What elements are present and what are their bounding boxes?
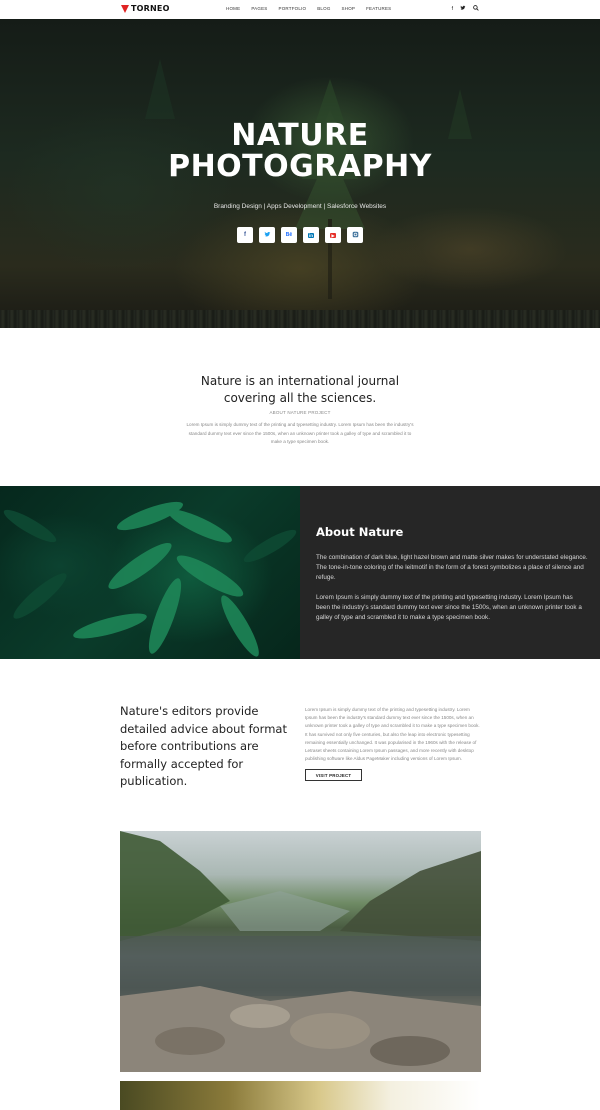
intro-text: Lorem Ipsum is simply dummy text of the … [186, 422, 414, 444]
hero-title: NATURE PHOTOGRAPHY [0, 120, 600, 182]
menu-item-portfolio[interactable]: PORTFOLIO [279, 6, 307, 11]
logo-text: TORNEO [131, 4, 170, 13]
twitter-icon[interactable] [460, 5, 466, 14]
facebook-button[interactable]: f [237, 227, 253, 243]
logo-mark-icon [121, 4, 129, 13]
hero-bottom-strip [0, 310, 600, 328]
menu-item-pages[interactable]: PAGES [251, 6, 267, 11]
about-title: About Nature [316, 525, 404, 539]
instagram-button[interactable] [347, 227, 363, 243]
linkedin-icon: in [308, 232, 314, 238]
search-icon[interactable] [473, 5, 479, 14]
menu-item-blog[interactable]: BLOG [317, 6, 330, 11]
intro-title-line2: covering all the sciences. [223, 391, 377, 405]
menu-item-features[interactable]: FEATURES [366, 6, 391, 11]
behance-icon: Bē [285, 232, 293, 238]
youtube-button[interactable]: ▶ [325, 227, 341, 243]
youtube-icon: ▶ [330, 232, 336, 238]
hero-social-buttons: f Bē in ▶ [237, 227, 363, 243]
editors-text: Lorem Ipsum is simply dummy text of the … [305, 707, 480, 762]
about-paragraph-2: Lorem Ipsum is simply dummy text of the … [316, 594, 582, 621]
about-panel: About Nature The combination of dark blu… [300, 486, 600, 659]
main-menu: HOME PAGES PORTFOLIO BLOG SHOP FEATURES [226, 6, 402, 11]
menu-item-home[interactable]: HOME [226, 6, 240, 11]
fern-leaves-image [0, 486, 300, 659]
facebook-icon: f [244, 232, 246, 238]
nav-icons: f [452, 5, 479, 14]
menu-item-shop[interactable]: SHOP [342, 6, 356, 11]
about-paragraph-1: The combination of dark blue, light haze… [316, 554, 588, 581]
top-navbar: TORNEO HOME PAGES PORTFOLIO BLOG SHOP FE… [0, 0, 600, 19]
hero-section: NATURE PHOTOGRAPHY Branding Design | App… [0, 19, 600, 328]
lake-mountain-photo [120, 831, 481, 1072]
behance-button[interactable]: Bē [281, 227, 297, 243]
sunlit-photo [120, 1081, 481, 1110]
intro-title-line1: Nature is an international journal [200, 374, 400, 388]
intro-label: ABOUT NATURE PROJECT [269, 410, 331, 415]
visit-project-button[interactable]: VISIT PROJECT [305, 769, 362, 781]
instagram-icon [352, 231, 359, 240]
facebook-icon[interactable]: f [452, 5, 453, 14]
editors-title: Nature's editors provide detailed advice… [120, 704, 287, 788]
linkedin-button[interactable]: in [303, 227, 319, 243]
twitter-icon [264, 231, 271, 240]
hero-subtitle: Branding Design | Apps Development | Sal… [213, 203, 387, 210]
twitter-button[interactable] [259, 227, 275, 243]
intro-title: Nature is an international journal cover… [0, 373, 600, 407]
logo[interactable]: TORNEO [121, 4, 170, 13]
hero-title-line2: PHOTOGRAPHY [168, 149, 432, 184]
hero-title-line1: NATURE [231, 118, 369, 153]
